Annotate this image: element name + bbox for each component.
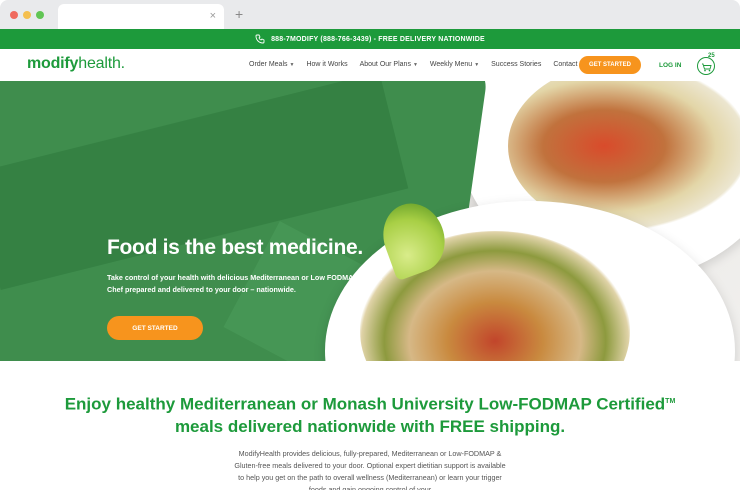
nav-item-label: Order Meals xyxy=(249,61,288,68)
cart-count-badge: 25 xyxy=(708,53,715,59)
maximize-window-icon[interactable] xyxy=(36,11,44,19)
nav-item-label: How it Works xyxy=(306,61,348,68)
chevron-down-icon: ▼ xyxy=(412,61,418,68)
nav-item-success-stories[interactable]: Success Stories xyxy=(491,61,541,68)
intro-heading-part2: meals delivered nationwide with FREE shi… xyxy=(174,416,566,436)
tab-close-icon[interactable]: × xyxy=(210,9,216,23)
minimize-window-icon[interactable] xyxy=(23,11,31,19)
cart-glyph-icon xyxy=(702,63,712,72)
topbar-text[interactable]: 888-7MODIFY (888-766-3439) - FREE DELIVE… xyxy=(271,36,485,43)
hero-title: Food is the best medicine. xyxy=(107,236,363,259)
chevron-down-icon: ▼ xyxy=(474,61,480,68)
trademark-mark: TM xyxy=(665,398,676,405)
nav-item-how-it-works[interactable]: How it Works xyxy=(306,61,347,68)
announcement-bar: 888-7MODIFY (888-766-3439) - FREE DELIVE… xyxy=(0,29,740,49)
browser-tab[interactable]: × xyxy=(58,4,224,29)
browser-window: × + 888-7MODIFY (888-766-3439) - FREE DE… xyxy=(0,0,740,490)
intro-section: Enjoy healthy Mediterranean or Monash Un… xyxy=(0,361,740,490)
intro-heading-part1: Enjoy healthy Mediterranean or Monash Un… xyxy=(64,394,666,414)
login-link[interactable]: LOG IN xyxy=(659,62,681,69)
cart-icon[interactable]: 25 xyxy=(697,53,715,75)
phone-icon xyxy=(255,34,265,44)
nav-item-weekly-menu[interactable]: Weekly Menu ▼ xyxy=(430,61,479,68)
new-tab-icon[interactable]: + xyxy=(235,6,243,22)
browser-chrome: × + xyxy=(0,0,740,29)
logo[interactable]: modifyhealth. xyxy=(27,55,125,73)
nav-item-order-meals[interactable]: Order Meals ▼ xyxy=(249,61,294,68)
chevron-down-icon: ▼ xyxy=(289,61,295,68)
intro-body: ModifyHealth provides delicious, fully-p… xyxy=(234,449,506,490)
nav-get-started-button[interactable]: GET STARTED xyxy=(579,56,641,74)
nav-item-label: Success Stories xyxy=(491,61,542,68)
intro-heading: Enjoy healthy Mediterranean or Monash Un… xyxy=(60,391,680,438)
nav-item-label: About Our Plans xyxy=(359,61,411,68)
main-nav: modifyhealth. Order Meals ▼ How it Works … xyxy=(0,49,740,81)
close-window-icon[interactable] xyxy=(10,11,18,19)
nav-item-about-our-plans[interactable]: About Our Plans ▼ xyxy=(360,61,418,68)
logo-bold: modify xyxy=(27,55,79,72)
nav-menu: Order Meals ▼ How it Works About Our Plan… xyxy=(249,61,600,68)
hero-section: Food is the best medicine. Take control … xyxy=(0,81,740,361)
hero-subtitle: Take control of your health with delicio… xyxy=(107,273,383,294)
hero-get-started-button[interactable]: GET STARTED xyxy=(107,316,203,340)
nav-item-label: Weekly Menu xyxy=(429,61,473,68)
logo-light: health. xyxy=(78,55,125,72)
